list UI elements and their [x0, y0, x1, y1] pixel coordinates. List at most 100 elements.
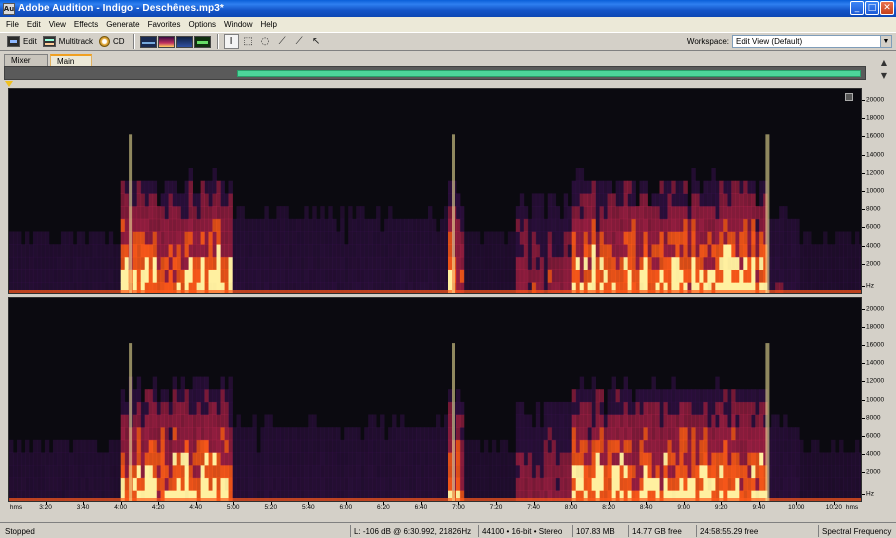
spectrogram-cell	[691, 401, 696, 415]
menu-generate[interactable]: Generate	[102, 20, 143, 29]
spectrogram-cell	[164, 401, 169, 415]
spectrogram-cell	[603, 439, 608, 453]
spectrogram-right-channel[interactable]	[8, 297, 862, 502]
spectrogram-cell	[324, 231, 329, 245]
spectrogram-cell	[224, 269, 229, 283]
spectral-phase-view-icon[interactable]	[193, 35, 211, 48]
workspace-dropdown[interactable]: Edit View (Default) ▼	[732, 35, 892, 48]
spectrogram-cell	[220, 231, 225, 245]
spectrogram-cell	[639, 206, 644, 220]
spectrogram-cell	[224, 427, 229, 441]
menu-favorites[interactable]: Favorites	[144, 20, 185, 29]
lasso-selection-tool-icon[interactable]: ◌	[258, 34, 273, 49]
spectral-frequency-view-icon[interactable]	[157, 35, 175, 48]
spectrogram-cell	[372, 269, 377, 283]
multitrack-view-button[interactable]: Multitrack	[40, 34, 96, 49]
menu-file[interactable]: File	[2, 20, 23, 29]
spectrogram-cell	[599, 439, 604, 453]
spectrogram-cell	[671, 269, 676, 283]
spectrogram-cell	[655, 414, 660, 428]
spectrogram-cell	[627, 193, 632, 207]
spectrogram-cell	[723, 439, 728, 453]
audition-app-icon[interactable]: Au	[3, 2, 15, 15]
spectrogram-cell	[703, 231, 708, 245]
scrub-tool-icon[interactable]: ↖	[309, 34, 324, 49]
overview-visible-range[interactable]	[237, 70, 861, 77]
menu-effects[interactable]: Effects	[70, 20, 102, 29]
spectrogram-cell	[591, 389, 596, 403]
spectrogram-cell	[711, 477, 716, 491]
spectrogram-cell	[727, 193, 732, 207]
spectrogram-cell	[559, 256, 565, 270]
spectrogram-cell	[428, 452, 433, 466]
effects-paintbrush-tool-icon[interactable]: ⟋	[275, 34, 290, 49]
spectrogram-cell	[244, 218, 249, 232]
spectrogram-cell	[475, 465, 481, 479]
spectrogram-cell	[851, 269, 856, 283]
spectrogram-cell	[456, 206, 461, 220]
tab-main[interactable]: Main	[50, 54, 92, 66]
spectrogram-cell	[591, 269, 596, 283]
spectrogram-cell	[731, 414, 736, 428]
spectrogram-cell	[599, 465, 604, 479]
spectrogram-cell	[428, 231, 433, 245]
spectrogram-cell	[675, 256, 680, 270]
edit-view-button[interactable]: Edit	[4, 34, 40, 49]
spectrogram-cell	[623, 427, 628, 441]
spectrogram-cell	[811, 439, 816, 453]
spectrogram-cell	[236, 244, 241, 258]
menu-view[interactable]: View	[45, 20, 70, 29]
spectrogram-cell	[13, 231, 18, 245]
marquee-selection-tool-icon[interactable]: ⬚	[241, 34, 256, 49]
overview-bar[interactable]	[4, 66, 866, 80]
spectrogram-cell	[547, 269, 553, 283]
panel-menu-icon[interactable]: ▲	[881, 58, 887, 67]
time-selection-tool-icon[interactable]: I	[223, 34, 239, 49]
waveform-view-icon[interactable]	[139, 35, 157, 48]
chevron-down-icon[interactable]: ▼	[880, 36, 891, 47]
spectrogram-cell	[735, 269, 740, 283]
spectrogram-cell	[276, 244, 281, 258]
menu-window[interactable]: Window	[220, 20, 256, 29]
transient-streak	[452, 343, 455, 501]
spectrogram-cell	[695, 452, 700, 466]
menu-help[interactable]: Help	[257, 20, 281, 29]
menu-edit[interactable]: Edit	[23, 20, 45, 29]
spectrogram-left-channel[interactable]	[8, 88, 862, 294]
spectrogram-cell	[272, 218, 277, 232]
spectrogram-cell	[567, 477, 573, 491]
tab-mixer[interactable]: Mixer	[4, 54, 48, 66]
spectrogram-cell	[64, 269, 70, 283]
frequency-tick	[862, 172, 865, 174]
frequency-tick-label: 10000	[866, 187, 885, 195]
spectrogram-cell	[675, 477, 680, 491]
close-button[interactable]: ✕	[880, 1, 894, 15]
spectrogram-cell	[579, 244, 585, 258]
maximize-button[interactable]: □	[865, 1, 879, 15]
zoom-full-icon[interactable]: ▼	[881, 71, 887, 80]
spot-healing-brush-tool-icon[interactable]: ⟋	[292, 34, 307, 49]
spectrogram-cell	[843, 465, 848, 479]
spectrogram-cell	[316, 256, 321, 270]
spectrogram-cell	[456, 218, 461, 232]
spectrogram-cell	[396, 231, 401, 245]
spectrogram-cell	[40, 465, 46, 479]
spectrogram-cell	[96, 465, 102, 479]
spectrogram-cell	[136, 439, 142, 453]
spectrogram-cell	[683, 180, 688, 194]
minimize-button[interactable]: _	[850, 1, 864, 15]
spectrogram-cell	[204, 465, 209, 479]
zoom-toggle-icon[interactable]	[845, 93, 853, 101]
cd-view-button[interactable]: CD	[96, 34, 128, 49]
spectrogram-cell	[36, 465, 42, 479]
spectrogram-cell	[703, 389, 708, 403]
menu-options[interactable]: Options	[184, 20, 220, 29]
spectrogram-cell	[615, 206, 620, 220]
spectral-pan-view-icon[interactable]	[175, 35, 193, 48]
spectrogram-cell	[739, 218, 744, 232]
playhead-marker[interactable]	[5, 81, 13, 87]
spectrogram-cell	[164, 193, 169, 207]
time-ruler[interactable]: hms 3:20 3:40 4:00 4:20 4:40 5:00 5:20 5:40 6:00 6…	[8, 502, 862, 514]
spectrogram-cell	[755, 477, 760, 491]
spectrogram-cell	[699, 439, 704, 453]
